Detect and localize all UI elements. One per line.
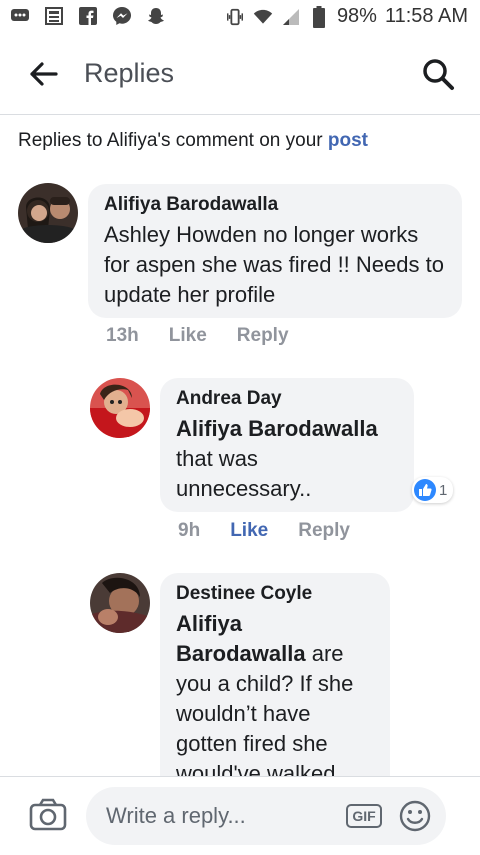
vibrate-icon: [225, 7, 245, 27]
mention-link[interactable]: Alifiya Barodawalla: [176, 611, 306, 666]
reply-composer: Write a reply... GIF: [0, 776, 480, 855]
gif-button[interactable]: GIF: [346, 804, 382, 828]
search-icon: [423, 59, 454, 90]
avatar[interactable]: [90, 378, 150, 438]
comment-time: 13h: [106, 325, 139, 346]
mention-link[interactable]: Alifiya Barodawalla: [176, 416, 378, 441]
status-bar: 98% 11:58 AM: [0, 0, 480, 36]
messenger-icon: [112, 6, 132, 26]
comment-text: Alifiya Barodawalla that was unnecessary.…: [176, 414, 398, 504]
comment-text: Ashley Howden no longer works for aspen …: [104, 222, 444, 307]
comment-author[interactable]: Destinee Coyle: [176, 583, 374, 605]
emoji-button[interactable]: [398, 799, 432, 833]
reply-button[interactable]: Reply: [298, 520, 350, 542]
comment-actions: 9h Like Reply: [178, 520, 350, 542]
news-icon: [44, 6, 64, 26]
avatar[interactable]: [90, 573, 150, 633]
context-text: Replies to Alifiya's comment on your: [18, 130, 328, 151]
facebook-icon: [78, 6, 98, 26]
comment-bubble[interactable]: Alifiya Barodawalla Ashley Howden no lon…: [88, 184, 462, 318]
comment-actions: 13h Like Reply: [106, 325, 289, 347]
reply-placeholder: Write a reply...: [106, 803, 246, 828]
comment-bubble[interactable]: Andrea Day Alifiya Barodawalla that was u…: [160, 378, 414, 512]
like-button[interactable]: Like: [230, 520, 268, 542]
comment-text-body: that was unnecessary..: [176, 446, 312, 501]
reaction-count: 1: [439, 481, 448, 499]
camera-icon: [29, 798, 67, 831]
back-arrow-icon: [30, 62, 58, 86]
profile-photo: [90, 378, 150, 438]
smiley-icon: [399, 800, 431, 832]
page-title: Replies: [84, 58, 175, 88]
messages-icon: [10, 6, 30, 26]
signal-icon: [281, 7, 301, 27]
back-button[interactable]: [26, 56, 62, 92]
comment-time: 9h: [178, 520, 201, 541]
clock: 11:58 AM: [384, 5, 468, 27]
like-button[interactable]: Like: [169, 325, 207, 347]
notification-icons: [10, 6, 166, 26]
reply-input[interactable]: Write a reply... GIF: [86, 787, 446, 845]
profile-photo: [90, 573, 150, 633]
battery-percent: 98%: [336, 5, 377, 27]
avatar[interactable]: [18, 183, 78, 243]
search-button[interactable]: [420, 56, 456, 92]
post-link[interactable]: post: [328, 130, 368, 151]
reaction-badge[interactable]: 1: [412, 477, 454, 503]
system-status: 98% 11:58 AM: [225, 5, 468, 28]
wifi-icon: [253, 7, 273, 27]
comment-author[interactable]: Alifiya Barodawalla: [104, 194, 446, 216]
comment-text: Alifiya Barodawalla are you a child? If …: [176, 609, 374, 789]
app-bar: Replies: [0, 36, 480, 115]
comment-author[interactable]: Andrea Day: [176, 388, 398, 410]
camera-button[interactable]: [28, 797, 68, 833]
battery-icon: [309, 5, 329, 28]
profile-photo: [18, 183, 78, 243]
replies-context: Replies to Alifiya's comment on your pos…: [18, 130, 368, 152]
thumbs-up-icon: [414, 479, 436, 501]
reply-button[interactable]: Reply: [237, 325, 289, 347]
snapchat-icon: [146, 6, 166, 26]
